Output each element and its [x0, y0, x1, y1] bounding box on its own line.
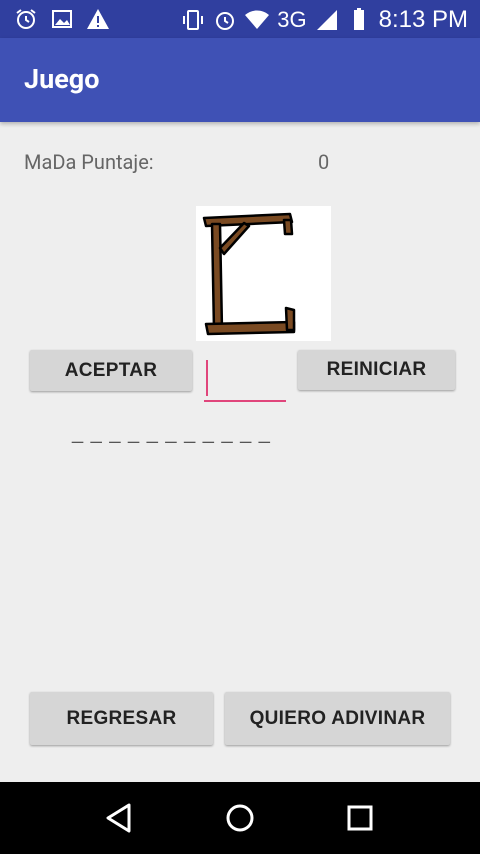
app-bar: Juego	[0, 38, 480, 122]
image-icon	[52, 10, 72, 28]
alarm-icon	[216, 12, 235, 30]
alarm-icon	[16, 9, 36, 29]
guess-button[interactable]: QUIERO ADIVINAR	[225, 692, 450, 745]
warning-icon	[87, 9, 109, 29]
hidden-word: _ _ _ _ _ _ _ _ _ _ _	[72, 422, 271, 444]
app-title: Juego	[24, 63, 100, 95]
text-cursor	[206, 360, 208, 396]
notification-icons	[14, 7, 110, 31]
recents-icon[interactable]	[347, 805, 373, 831]
signal-icon	[316, 10, 337, 30]
battery-icon	[353, 8, 364, 30]
gallows-icon	[202, 212, 296, 336]
score-label: MaDa Puntaje:	[24, 150, 154, 174]
navigation-bar	[0, 782, 480, 854]
back-button[interactable]: REGRESAR	[30, 692, 213, 745]
score-value: 0	[318, 150, 330, 174]
letter-input[interactable]	[204, 356, 286, 402]
reset-button[interactable]: REINICIAR	[298, 350, 455, 390]
hangman-image	[196, 206, 331, 341]
clock: 8:13 PM	[378, 6, 468, 33]
system-icons: 3G 8:13 PM	[181, 6, 468, 34]
network-type: 3G	[277, 7, 307, 32]
back-icon[interactable]	[104, 802, 134, 834]
vibrate-icon	[183, 10, 204, 30]
home-icon[interactable]	[225, 803, 255, 833]
wifi-icon	[245, 10, 270, 29]
accept-button[interactable]: ACEPTAR	[30, 350, 192, 391]
status-bar: 3G 8:13 PM	[0, 0, 480, 38]
